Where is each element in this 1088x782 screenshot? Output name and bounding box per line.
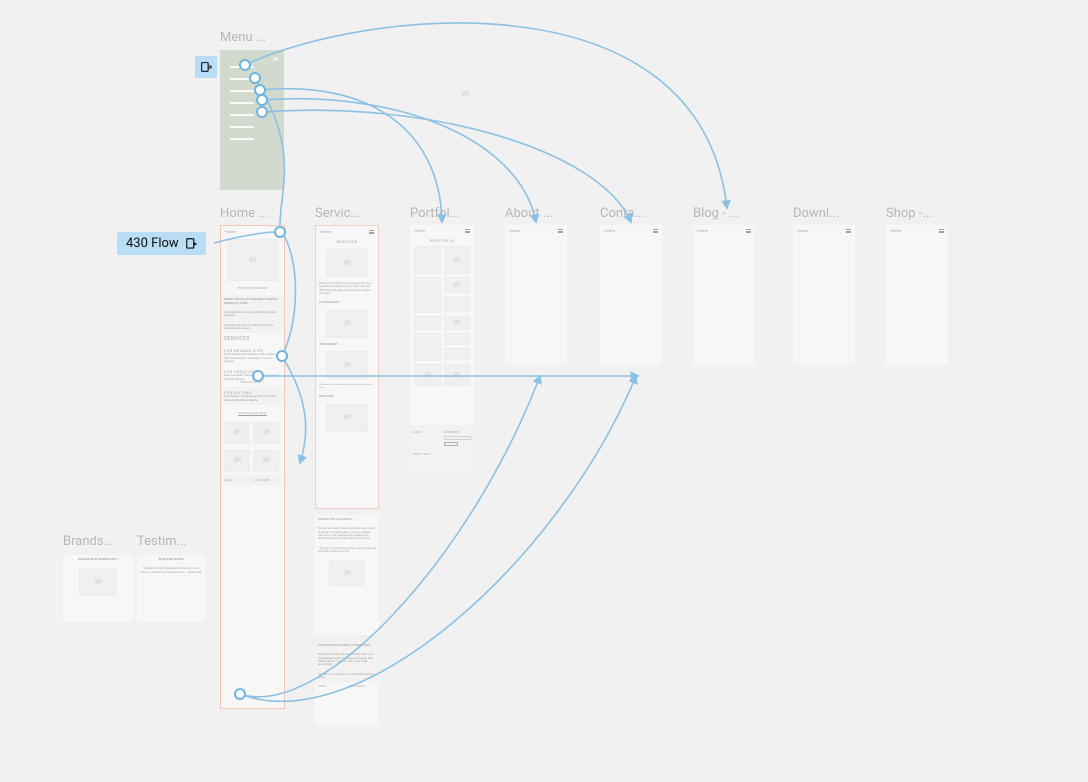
page-label-blog: Blog - ...: [693, 206, 753, 221]
hero-image: [227, 239, 278, 281]
services-heading: SERVICES: [316, 236, 378, 247]
flow-play-icon: [185, 237, 199, 251]
footer-subscribe: SUBSCRIBE: [444, 430, 472, 434]
menu-items: [230, 66, 254, 140]
portfolio-frame[interactable]: Fictive PORTFOLIO: [410, 225, 474, 425]
hamburger-icon[interactable]: [653, 229, 658, 233]
portfolio-footer-frame[interactable]: LINKS SUBSCRIBE PREV / NEXT: [410, 427, 474, 473]
services-heading: SERVICES: [221, 333, 284, 345]
page-label-shop: Shop -...: [886, 206, 946, 221]
brands-heading: BRANDS WE'VE WORKED WITH: [63, 555, 133, 564]
prototype-connectors: [0, 0, 1088, 782]
menu-frame-label: Menu ...: [220, 30, 284, 45]
testi-body: The team brought exceptional direction t…: [137, 564, 205, 577]
page-header-portfolio: Fictive: [410, 225, 474, 235]
testimonials-frame[interactable]: SOME KIND WORDS The team brought excepti…: [137, 555, 205, 622]
pricing-body: Standard full-day stills starts at £1,00…: [315, 650, 379, 669]
brands-label: Brands...: [63, 534, 133, 549]
hamburger-icon[interactable]: [275, 230, 280, 234]
footer-links: LINKS: [224, 478, 251, 482]
services-frame-why[interactable]: SO WHAT SETS US APART? Being a duo team …: [315, 515, 379, 635]
page-header-services: Fictive: [316, 226, 378, 236]
page-label-home: Home ...: [220, 206, 280, 221]
hero-tag: ELEVATE YOUR BRAND: [221, 284, 284, 293]
why-body: Being a duo team means we share crew cos…: [315, 524, 379, 543]
svc2-link[interactable]: FIND OUT MORE →: [224, 381, 281, 384]
blog-frame[interactable]: Fictive: [693, 225, 755, 365]
menu-frame[interactable]: [220, 50, 284, 190]
home-frame[interactable]: Fictive ELEVATE YOUR BRAND BRAND VISUALS…: [220, 225, 285, 709]
page-label-contact: Conta...: [600, 206, 660, 221]
page-header-home: Fictive: [221, 226, 284, 236]
close-icon[interactable]: [273, 56, 278, 61]
hamburger-icon[interactable]: [846, 229, 851, 233]
portfolio-extra-label: PREV / NEXT: [410, 449, 474, 459]
instagram-link[interactable]: FOLLOW ALONG ON IG: [221, 409, 284, 418]
svc1-body: We've worked with brands, so let's creat…: [224, 353, 281, 363]
portfolio-heading: PORTFOLIO: [410, 235, 474, 246]
page-label-downloads: Downl...: [793, 206, 853, 221]
page-label-portfolio: Portfol...: [410, 206, 470, 221]
services-intro: Below you'll find pricing, but every sho…: [316, 279, 378, 298]
svc2-body: Need a refresh? Personal branding sessio…: [224, 374, 281, 381]
flow-badge-label: 430 Flow: [126, 236, 179, 251]
testimonials-label: Testim...: [137, 534, 205, 549]
hamburger-icon[interactable]: [558, 229, 563, 233]
mission-body: We create still & moving content that ge…: [221, 308, 284, 321]
mission-title: BRAND VISUALS OF YOUR MOST WANTED PRODUC…: [221, 295, 284, 308]
why-title: SO WHAT SETS US APART?: [315, 515, 379, 524]
flow-badge[interactable]: 430 Flow: [117, 232, 206, 255]
footer-subscribe: SUBSCRIBE: [349, 684, 376, 688]
about-frame[interactable]: Fictive: [505, 225, 567, 365]
hamburger-icon[interactable]: [746, 229, 751, 233]
shop-frame[interactable]: Fictive: [886, 225, 948, 365]
floating-image-frame[interactable]: [448, 78, 482, 110]
services-frame-pricing[interactable]: PRICE RANGES OF SKILLS, CAPABILITIES Sta…: [315, 641, 379, 725]
hamburger-icon[interactable]: [369, 230, 374, 234]
downloads-frame[interactable]: Fictive: [793, 225, 855, 365]
svc-p1: PHOTOGRAPHY: [316, 298, 378, 307]
testi-heading: SOME KIND WORDS: [137, 555, 205, 564]
svc-p3: DIRECTION: [316, 392, 378, 401]
pricing-title: PRICE RANGES OF SKILLS, CAPABILITIES: [315, 641, 379, 650]
page-label-services: Servic...: [315, 206, 375, 221]
why-note: * Pricing is a guide only and accurate q…: [315, 544, 379, 557]
footer-links: LINKS: [413, 430, 441, 446]
flow-start-icon[interactable]: [195, 56, 217, 78]
contact-frame[interactable]: Fictive: [600, 225, 662, 365]
footer-links: LINKS: [318, 684, 345, 688]
svc-p2: VIDEOGRAPHY: [316, 340, 378, 349]
brands-frame[interactable]: BRANDS WE'VE WORKED WITH: [63, 555, 133, 622]
svc3-body: Commission a bespoke portrait or printed…: [224, 395, 281, 402]
hamburger-icon[interactable]: [465, 229, 470, 233]
mission-body2: Our team will craft a narrative that tur…: [221, 321, 284, 334]
services-frame[interactable]: Fictive SERVICES Below you'll find prici…: [315, 225, 379, 509]
page-label-about: About ...: [505, 206, 565, 221]
footer-subscribe: SUBSCRIBE: [255, 478, 282, 482]
pricing-body2: Our aim: you always know where the spend…: [315, 670, 379, 683]
hamburger-icon[interactable]: [939, 229, 944, 233]
